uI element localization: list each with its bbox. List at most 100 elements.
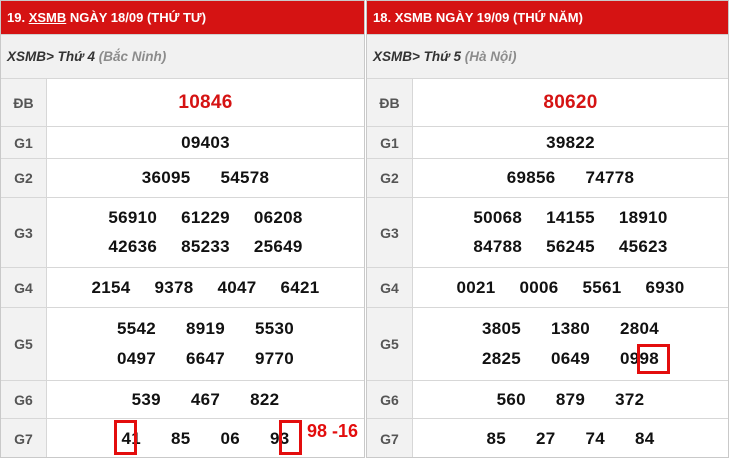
special-prize-number: 80620	[543, 91, 598, 113]
breadcrumb: XSMB> Thứ 4 (Bắc Ninh)	[1, 34, 364, 78]
panel-header: 19. XSMB NGÀY 18/09 (THỨ TƯ)	[1, 1, 364, 34]
prize-number: 69856	[506, 168, 556, 187]
prize-number: 09403	[181, 132, 230, 152]
prize-number: 467	[190, 389, 221, 409]
prize-number: 0021	[456, 277, 496, 297]
prize-number: 8919	[185, 319, 226, 338]
prize-number: 74	[585, 429, 606, 448]
prize-number: 1380	[550, 319, 591, 338]
prize-number: 18910	[618, 208, 668, 227]
header-date: NGÀY 19/09 (THỨ NĂM)	[432, 10, 583, 25]
header-date: NGÀY 18/09 (THỨ TƯ)	[66, 10, 207, 25]
prize-label-g4: G4	[1, 268, 47, 307]
prize-row-g4: G4 0021 0006 5561 6930	[367, 267, 728, 307]
prize-number: 54578	[220, 168, 270, 187]
breadcrumb-location: (Hà Nội)	[464, 49, 517, 64]
prize-label-g7: G7	[1, 419, 47, 457]
prize-number: 9770	[255, 349, 295, 368]
prize-row-db: ĐB 10846	[1, 78, 364, 126]
prize-label-g1: G1	[367, 127, 413, 158]
prize-row-g2: G2 36095 54578	[1, 158, 364, 197]
prize-row-g1: G1 09403	[1, 126, 364, 158]
highlight-box	[114, 420, 137, 455]
prize-label-g4: G4	[367, 268, 413, 307]
prize-number: 14155	[546, 208, 595, 227]
prize-label-g6: G6	[1, 381, 47, 418]
handwritten-annotation: 98 -16	[307, 421, 359, 441]
xsmb-label[interactable]: XSMB	[395, 10, 433, 25]
prize-number: 0497	[116, 349, 156, 368]
prize-number: 822	[250, 389, 280, 409]
results-panel-left: 19. XSMB NGÀY 18/09 (THỨ TƯ) XSMB> Thứ 4…	[0, 0, 365, 458]
prize-number: 84788	[473, 237, 523, 256]
prize-row-g4: G4 2154 9378 4047 6421	[1, 267, 364, 307]
results-panel-right: 18. XSMB NGÀY 19/09 (THỨ NĂM) XSMB> Thứ …	[366, 0, 729, 458]
prize-number: 6421	[280, 277, 320, 297]
prize-number: 56245	[546, 237, 595, 256]
prize-number: 2804	[620, 319, 660, 338]
prize-number: 42636	[108, 237, 158, 256]
prize-number: 4047	[217, 277, 257, 297]
prize-number: 06208	[253, 208, 303, 227]
prize-number: 5561	[582, 277, 622, 297]
prize-row-g7: G7 85 27 74 84	[367, 418, 728, 457]
prize-label-db: ĐB	[1, 79, 47, 126]
prize-number: 539	[131, 389, 161, 409]
prize-number: 27	[535, 429, 556, 448]
prize-number: 61229	[181, 208, 230, 227]
prize-row-g1: G1 39822	[367, 126, 728, 158]
prize-label-g5: G5	[367, 308, 413, 380]
prize-number: 36095	[141, 168, 191, 187]
prize-number: 9378	[154, 277, 194, 297]
prize-label-g5: G5	[1, 308, 47, 380]
prize-label-g3: G3	[367, 198, 413, 267]
prize-number: 6930	[645, 277, 685, 297]
prize-row-db: ĐB 80620	[367, 78, 728, 126]
prize-number: 3805	[481, 319, 521, 338]
prize-label-g2: G2	[1, 159, 47, 197]
prize-number: 2825	[481, 349, 521, 368]
xsmb-link[interactable]: XSMB	[29, 10, 67, 25]
prize-label-g6: G6	[367, 381, 413, 418]
highlight-box	[279, 420, 302, 455]
prize-number: 85	[486, 429, 506, 448]
prize-row-g5: G5 5542 8919 5530 0497 6647 9770	[1, 307, 364, 380]
prize-row-g2: G2 69856 74778	[367, 158, 728, 197]
prize-number: 6647	[185, 349, 226, 368]
panel-header: 18. XSMB NGÀY 19/09 (THỨ NĂM)	[367, 1, 728, 34]
breadcrumb-day[interactable]: XSMB> Thứ 5	[373, 49, 465, 64]
prize-label-db: ĐB	[367, 79, 413, 126]
header-index: 19.	[7, 10, 29, 25]
breadcrumb-day[interactable]: XSMB> Thứ 4	[7, 49, 99, 64]
prize-number: 74778	[585, 168, 635, 187]
prize-number: 0006	[519, 277, 559, 297]
prize-number: 50068	[473, 208, 523, 227]
breadcrumb: XSMB> Thứ 5 (Hà Nội)	[367, 34, 728, 78]
prize-number: 560	[496, 389, 526, 409]
prize-row-g3: G3 56910 61229 06208 42636 85233 25649	[1, 197, 364, 267]
prize-row-g6: G6 539 467 822	[1, 380, 364, 418]
prize-number: 84	[635, 429, 655, 448]
prize-number: 45623	[618, 237, 668, 256]
prize-number: 372	[615, 389, 645, 409]
special-prize-number: 10846	[178, 91, 233, 113]
prize-number: 85	[170, 429, 191, 448]
prize-number: 85233	[181, 237, 230, 256]
prize-number: 25649	[253, 237, 303, 256]
prize-number: 5542	[116, 319, 156, 338]
prize-number: 5530	[255, 319, 295, 338]
prize-label-g1: G1	[1, 127, 47, 158]
prize-label-g7: G7	[367, 419, 413, 457]
prize-number: 06	[220, 429, 241, 448]
breadcrumb-location: (Bắc Ninh)	[98, 49, 167, 64]
prize-row-g5: G5 3805 1380 2804 2825 0649 0998	[367, 307, 728, 380]
prize-label-g2: G2	[367, 159, 413, 197]
prize-number: 56910	[108, 208, 158, 227]
prize-number: 39822	[546, 132, 595, 152]
header-index: 18.	[373, 10, 395, 25]
prize-number: 0649	[550, 349, 591, 368]
prize-number: 879	[555, 389, 586, 409]
highlight-box	[637, 344, 670, 374]
prize-number: 2154	[91, 277, 131, 297]
prize-label-g3: G3	[1, 198, 47, 267]
